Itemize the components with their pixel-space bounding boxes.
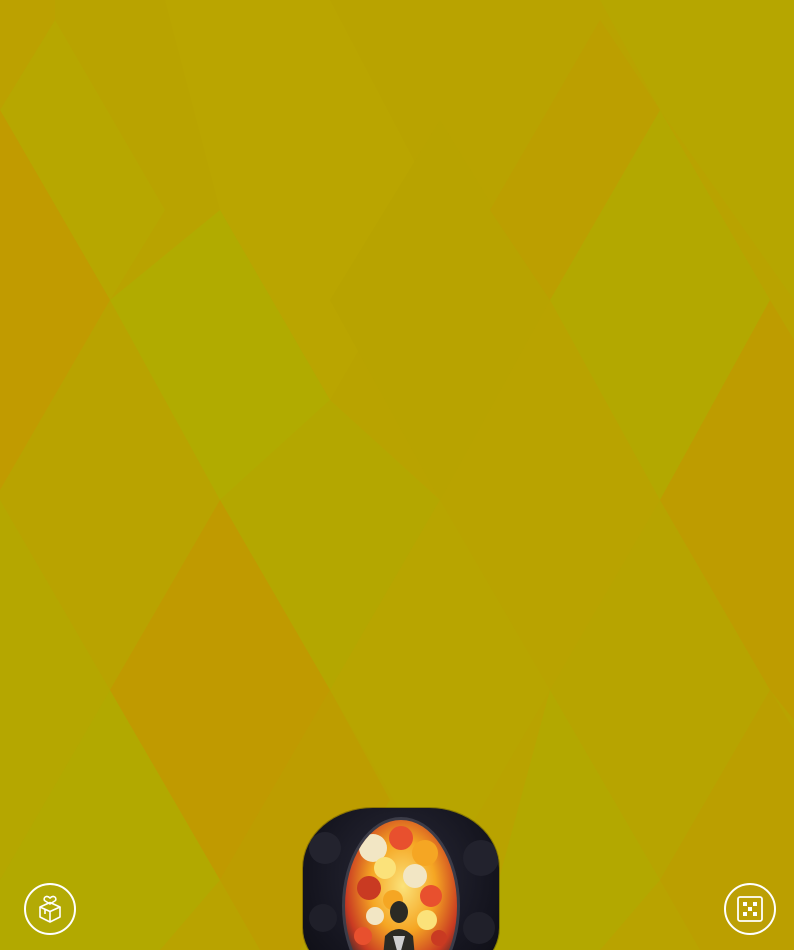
gift-box-heart-icon xyxy=(39,895,61,923)
gift-box-button[interactable] xyxy=(24,883,76,935)
dice-grid-icon xyxy=(737,896,763,922)
featured-artwork-card[interactable] xyxy=(303,808,499,950)
artwork-image xyxy=(309,817,499,950)
dice-button[interactable] xyxy=(724,883,776,935)
app-stage xyxy=(0,0,794,950)
